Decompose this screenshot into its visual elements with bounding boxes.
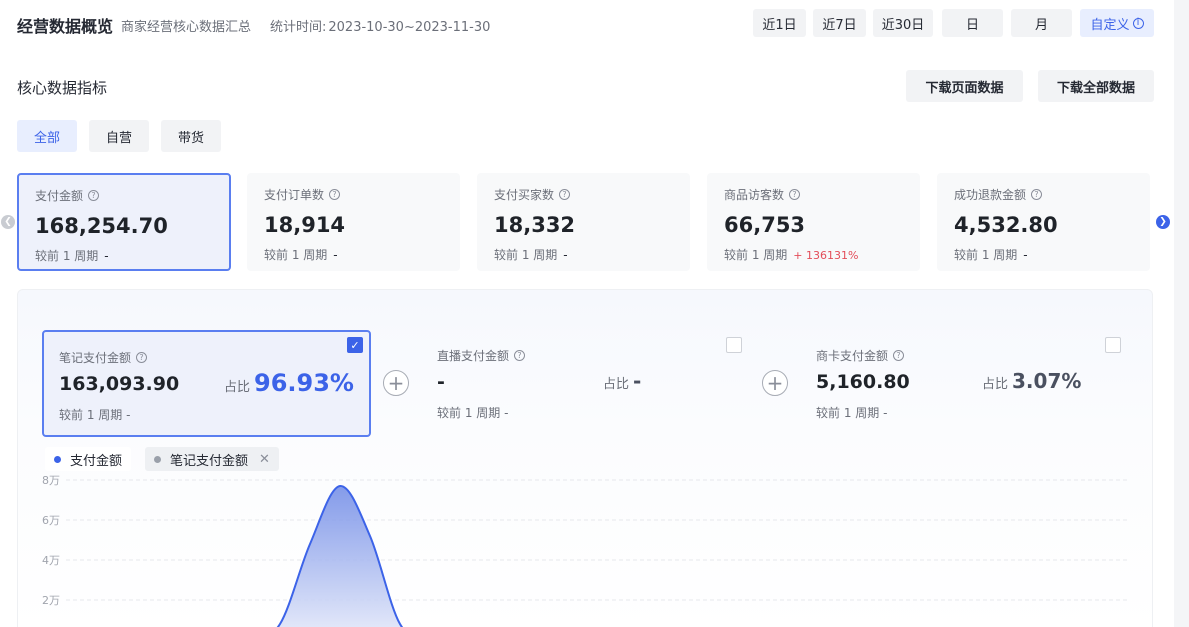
y-axis-ticks: 8万 6万 4万 2万 [42,474,60,607]
page: { "header": { "title": "经营数据概览", "subtit… [0,0,1189,627]
y-tick-label: 2万 [42,594,60,607]
y-tick-label: 4万 [42,554,60,567]
chart-grid [66,479,1128,601]
chart-series [276,485,404,627]
y-tick-label: 6万 [42,514,60,527]
y-tick-label: 8万 [42,474,60,487]
payment-trend-chart: 8万 6万 4万 2万 [42,474,1128,627]
